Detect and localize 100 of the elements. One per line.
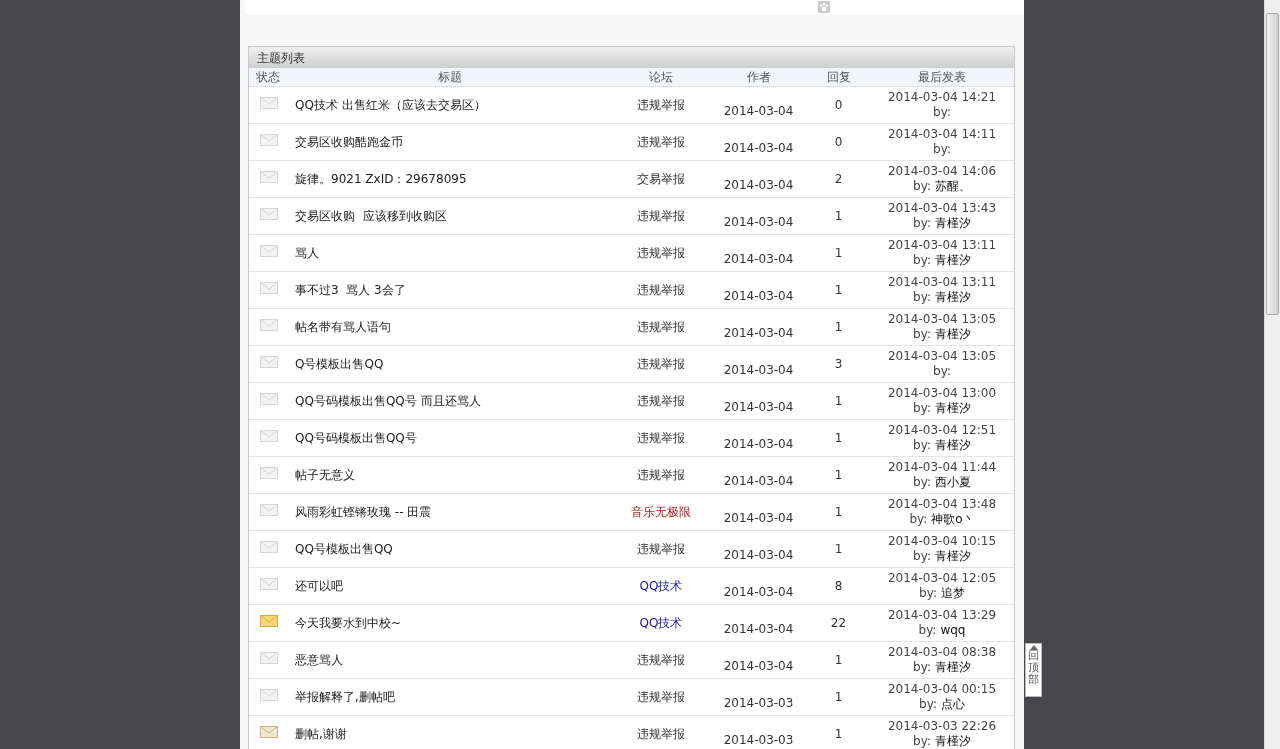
topic-title-link[interactable]: 还可以吧 (295, 577, 343, 595)
topic-title-link[interactable]: Q号模板出售QQ (295, 355, 384, 373)
by-label: by: (913, 290, 931, 305)
topic-title-link[interactable]: 事不过3 骂人 3会了 (295, 281, 406, 299)
column-header: 最后发表 (918, 69, 966, 86)
forum-link[interactable]: 违规举报 (637, 317, 685, 336)
last-post-time: 2014-03-03 22:26 (887, 719, 997, 734)
topic-title-link[interactable]: QQ号模板出售QQ (295, 540, 393, 558)
topic-title-link[interactable]: QQ技术 出售红米（应该去交易区） (295, 96, 486, 114)
envelope-icon (260, 467, 278, 479)
post-date: 2014-03-04 (723, 547, 794, 564)
last-poster-link[interactable]: 青槿汐 (934, 401, 971, 416)
last-poster-link[interactable]: 苏醒、 (934, 179, 971, 194)
forum-link[interactable]: 违规举报 (637, 539, 685, 558)
forum-link[interactable]: 违规举报 (637, 132, 685, 151)
last-poster-link[interactable]: wqq (940, 623, 966, 638)
post-date: 2014-03-04 (723, 362, 794, 379)
envelope-icon (260, 208, 278, 220)
reply-count: 1 (834, 282, 843, 299)
post-date: 2014-03-03 (723, 695, 794, 712)
envelope-icon (260, 652, 278, 664)
envelope-icon (260, 615, 278, 627)
last-post-time: 2014-03-04 13:05 (887, 312, 997, 327)
topic-title-link[interactable]: QQ号码模板出售QQ号 而且还骂人 (295, 392, 481, 410)
reply-count: 1 (834, 245, 843, 262)
post-date: 2014-03-04 (723, 140, 794, 157)
by-label: by: (913, 475, 931, 490)
forum-link[interactable]: QQ技术 (639, 613, 683, 632)
by-label: by: (913, 216, 931, 231)
envelope-icon (260, 504, 278, 516)
topic-title-link[interactable]: 删帖,谢谢 (295, 725, 347, 743)
forum-link[interactable]: 违规举报 (637, 280, 685, 299)
topic-title-link[interactable]: 恶意骂人 (295, 651, 343, 669)
forum-link[interactable]: 违规举报 (637, 95, 685, 114)
by-label: by: (909, 512, 928, 527)
forum-link[interactable]: 违规举报 (637, 391, 685, 410)
last-poster-link[interactable]: 点心 (940, 697, 965, 712)
reply-count: 1 (834, 652, 843, 669)
forum-link[interactable]: 违规举报 (637, 428, 685, 447)
topic-title-link[interactable]: 交易区收购 应该移到收购区 (295, 207, 447, 225)
reply-count: 1 (834, 541, 843, 558)
forum-link[interactable]: 违规举报 (637, 206, 685, 225)
last-poster-link[interactable]: 追梦 (940, 586, 965, 601)
forum-link[interactable]: 违规举报 (637, 650, 685, 669)
last-poster-link[interactable]: 青槿汐 (934, 290, 971, 305)
topic-title-link[interactable]: 风雨彩虹铿锵玫瑰 -- 田震 (295, 503, 432, 521)
forum-link[interactable]: QQ技术 (639, 576, 683, 595)
last-post-time: 2014-03-04 14:11 (887, 127, 997, 142)
last-post-time: 2014-03-04 13:00 (887, 386, 997, 401)
column-header: 回复 (826, 69, 851, 86)
by-label: by: (913, 401, 931, 416)
topic-title-link[interactable]: 举报解释了,删帖吧 (295, 688, 395, 706)
forum-link[interactable]: 违规举报 (637, 354, 685, 373)
post-date: 2014-03-04 (723, 399, 794, 416)
last-poster-link[interactable]: 青槿汐 (934, 549, 971, 564)
last-post-time: 2014-03-04 12:05 (887, 571, 997, 586)
last-poster-link[interactable]: 青槿汐 (934, 327, 971, 342)
topic-title-link[interactable]: 骂人 (295, 244, 319, 262)
column-header: 标题 (438, 69, 462, 86)
last-poster-link[interactable]: 青槿汐 (934, 734, 971, 749)
envelope-icon (260, 319, 278, 331)
forum-link[interactable]: 违规举报 (637, 465, 685, 484)
last-poster-link[interactable]: 青槿汐 (934, 660, 971, 675)
post-date: 2014-03-04 (723, 214, 794, 231)
forum-link[interactable]: 违规举报 (637, 243, 685, 262)
last-post-time: 2014-03-04 14:06 (887, 164, 997, 179)
forum-link[interactable]: 交易举报 (637, 169, 685, 188)
back-to-top-button[interactable]: 回顶部 (1025, 643, 1042, 697)
column-header: 作者 (746, 69, 771, 86)
reply-count: 1 (834, 393, 843, 410)
envelope-icon (260, 726, 278, 738)
by-label: by: (933, 142, 951, 157)
reply-count: 1 (834, 208, 843, 225)
envelope-icon (260, 541, 278, 553)
forum-link[interactable]: 违规举报 (637, 687, 685, 706)
column-header: 论坛 (649, 69, 673, 86)
last-poster-link[interactable]: 神歌o丶 (931, 512, 975, 527)
topic-title-link[interactable]: 今天我要水到中校~ (295, 614, 402, 632)
last-post-time: 2014-03-04 12:51 (887, 423, 997, 438)
reply-count: 3 (834, 356, 843, 373)
forum-link[interactable]: 违规举报 (637, 724, 685, 743)
post-date: 2014-03-04 (723, 251, 794, 268)
topic-title-link[interactable]: QQ号码模板出售QQ号 (295, 429, 417, 447)
last-poster-link[interactable]: 西小夏 (934, 475, 971, 490)
post-date: 2014-03-04 (723, 288, 794, 305)
scrollbar-thumb[interactable] (1266, 13, 1279, 315)
by-label: by: (933, 105, 951, 120)
by-label: by: (933, 364, 951, 379)
topic-title-link[interactable]: 帖子无意义 (295, 466, 355, 484)
by-label: by: (913, 549, 931, 564)
last-poster-link[interactable]: 青槿汐 (934, 253, 971, 268)
last-poster-link[interactable]: 青槿汐 (934, 216, 971, 231)
last-poster-link[interactable]: 青槿汐 (934, 438, 971, 453)
reply-count: 2 (834, 171, 843, 188)
envelope-icon (260, 134, 278, 146)
forum-link[interactable]: 音乐无极限 (631, 502, 691, 521)
post-date: 2014-03-04 (723, 177, 794, 194)
topic-title-link[interactable]: 帖名带有骂人语句 (295, 318, 391, 336)
topic-title-link[interactable]: 交易区收购酷跑金币 (295, 133, 403, 151)
topic-title-link[interactable]: 旋律。9021 ZxID：29678095 (295, 170, 467, 188)
